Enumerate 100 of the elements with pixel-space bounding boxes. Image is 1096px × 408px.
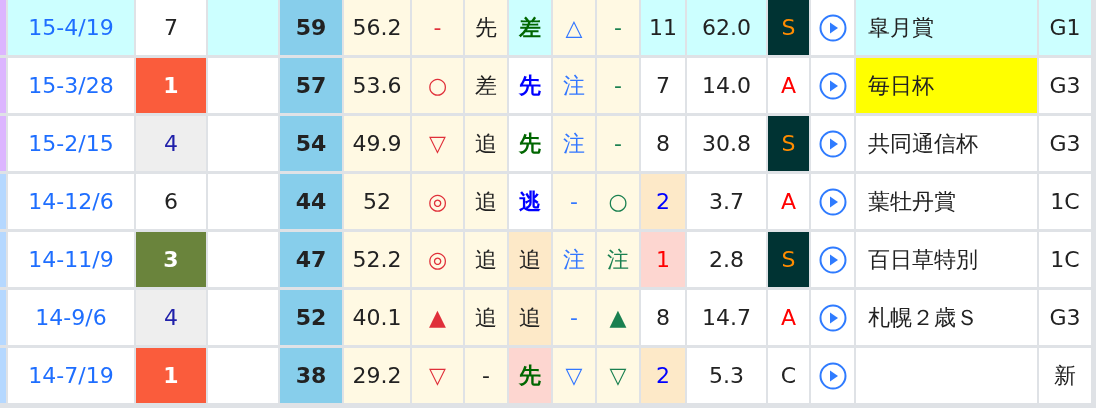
table-cell: 追	[465, 116, 507, 171]
date-link[interactable]: 14-11/9	[8, 232, 134, 287]
table-cell: -	[597, 116, 639, 171]
table-cell: 注	[553, 232, 595, 287]
date-link[interactable]: 14-12/6	[8, 174, 134, 229]
table-cell: ◎	[412, 174, 463, 229]
table-cell: 53.6	[344, 58, 410, 113]
table-cell: 11	[641, 0, 685, 55]
table-cell: ○	[412, 58, 463, 113]
table-cell: 62.0	[687, 0, 766, 55]
table-cell: 57	[280, 58, 342, 113]
table-cell: ◎	[412, 232, 463, 287]
table-cell: 札幌２歳Ｓ	[856, 290, 1037, 345]
table-cell: 52	[280, 290, 342, 345]
table-cell: 2	[641, 348, 685, 403]
table-cell: 8	[641, 290, 685, 345]
play-icon[interactable]	[818, 13, 847, 42]
table-cell: 44	[280, 174, 342, 229]
table-cell: ▽	[412, 116, 463, 171]
table-cell: 3.7	[687, 174, 766, 229]
table-cell: 共同通信杯	[856, 116, 1037, 171]
table-cell: 追	[465, 290, 507, 345]
table-cell: 2.8	[687, 232, 766, 287]
table-cell: 葉牡丹賞	[856, 174, 1037, 229]
table-cell: 1C	[1039, 174, 1091, 229]
play-icon[interactable]	[818, 71, 847, 100]
play-icon[interactable]	[818, 303, 847, 332]
table-cell: S	[768, 116, 809, 171]
table-cell: 6	[136, 174, 206, 229]
table-cell: -	[465, 348, 507, 403]
table-cell: 新	[1039, 348, 1091, 403]
table-cell: 49.9	[344, 116, 410, 171]
play-icon[interactable]	[818, 361, 847, 390]
table-cell: ▲	[597, 290, 639, 345]
table-cell: 百日草特別	[856, 232, 1037, 287]
table-cell: 8	[641, 116, 685, 171]
table-cell: 47	[280, 232, 342, 287]
table-cell: ▲	[412, 290, 463, 345]
table-cell: 54	[280, 116, 342, 171]
table-cell: 52.2	[344, 232, 410, 287]
table-cell: 3	[136, 232, 206, 287]
table-cell: -	[597, 58, 639, 113]
table-cell: 52	[344, 174, 410, 229]
table-cell: 7	[136, 0, 206, 55]
date-link[interactable]: 15-4/19	[8, 0, 134, 55]
table-cell: 追	[465, 232, 507, 287]
date-link[interactable]: 15-3/28	[8, 58, 134, 113]
table-cell: ▽	[597, 348, 639, 403]
table-cell: 14.7	[687, 290, 766, 345]
table-cell: G3	[1039, 116, 1091, 171]
table-cell: △	[553, 0, 595, 55]
table-cell: S	[768, 0, 809, 55]
table-cell: 追	[509, 290, 551, 345]
table-cell: 2	[641, 174, 685, 229]
table-cell: 差	[509, 0, 551, 55]
table-cell: 14.0	[687, 58, 766, 113]
table-cell: 注	[553, 58, 595, 113]
table-cell: A	[768, 58, 809, 113]
table-cell: 毎日杯	[856, 58, 1037, 113]
table-cell: 先	[465, 0, 507, 55]
table-cell: 38	[280, 348, 342, 403]
table-cell: 注	[553, 116, 595, 171]
play-icon[interactable]	[818, 187, 847, 216]
table-cell: -	[597, 0, 639, 55]
play-icon[interactable]	[818, 245, 847, 274]
table-cell: A	[768, 174, 809, 229]
table-cell: 7	[641, 58, 685, 113]
table-cell: 追	[509, 232, 551, 287]
table-cell: S	[768, 232, 809, 287]
table-cell: G3	[1039, 58, 1091, 113]
table-cell: 1	[641, 232, 685, 287]
table-cell: C	[768, 348, 809, 403]
table-cell: 56.2	[344, 0, 410, 55]
table-cell: -	[553, 290, 595, 345]
table-cell: ▽	[412, 348, 463, 403]
table-cell: G3	[1039, 290, 1091, 345]
table-cell: 4	[136, 116, 206, 171]
date-link[interactable]: 15-2/15	[8, 116, 134, 171]
table-cell: 先	[509, 58, 551, 113]
table-cell: 1	[136, 58, 206, 113]
table-cell: 先	[509, 116, 551, 171]
table-cell: 先	[509, 348, 551, 403]
table-cell: 追	[465, 174, 507, 229]
table-cell: A	[768, 290, 809, 345]
table-cell: -	[412, 0, 463, 55]
table-cell: -	[553, 174, 595, 229]
table-cell: 差	[465, 58, 507, 113]
table-cell: 注	[597, 232, 639, 287]
table-cell: 逃	[509, 174, 551, 229]
table-cell: 5.3	[687, 348, 766, 403]
table-cell: 40.1	[344, 290, 410, 345]
table-cell: 皐月賞	[856, 0, 1037, 55]
date-link[interactable]: 14-9/6	[8, 290, 134, 345]
table-cell: G1	[1039, 0, 1091, 55]
table-cell: 1C	[1039, 232, 1091, 287]
play-icon[interactable]	[818, 129, 847, 158]
date-link[interactable]: 14-7/19	[8, 348, 134, 403]
table-cell: 59	[280, 0, 342, 55]
table-cell: 1	[136, 348, 206, 403]
table-cell: ○	[597, 174, 639, 229]
